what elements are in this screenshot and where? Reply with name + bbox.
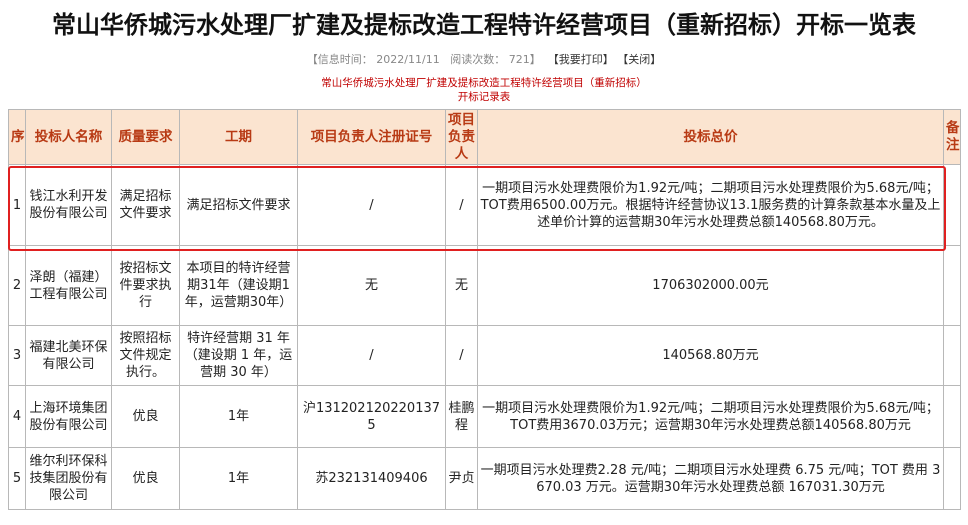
- cell-period: 本项目的特许经营期31年（建设期1年，运营期30年）: [179, 245, 298, 326]
- cell-price: 一期项目污水处理费限价为1.92元/吨；二期项目污水处理费限价为5.68元/吨；…: [477, 385, 944, 448]
- header-manager: 项目负责人: [445, 109, 478, 165]
- cell-cert: /: [297, 325, 446, 386]
- cell-note: [943, 164, 961, 246]
- header-bidder: 投标人名称: [25, 109, 112, 165]
- cell-manager: /: [445, 325, 478, 386]
- cell-price: 140568.80万元: [477, 325, 944, 386]
- cell-cert: /: [297, 164, 446, 246]
- info-time: 2022/11/11: [376, 53, 440, 66]
- cell-no: 3: [8, 325, 26, 386]
- cell-manager: 无: [445, 245, 478, 326]
- cell-period: 满足招标文件要求: [179, 164, 298, 246]
- cell-price: 一期项目污水处理费限价为1.92元/吨；二期项目污水处理费限价为5.68元/吨；…: [477, 164, 944, 246]
- table-row: 5 维尔利环保科技集团股份有限公司 优良 1年 苏232131409406 尹贞…: [8, 447, 961, 510]
- cell-cert: 沪1312021202201375: [297, 385, 446, 448]
- cell-manager: /: [445, 164, 478, 246]
- cell-quality: 优良: [111, 385, 180, 448]
- table-row: 1 钱江水利开发股份有限公司 满足招标文件要求 满足招标文件要求 / / 一期项…: [8, 164, 961, 246]
- cell-manager: 桂鹏程: [445, 385, 478, 448]
- cell-quality: 满足招标文件要求: [111, 164, 180, 246]
- header-cert: 项目负责人注册证号: [297, 109, 446, 165]
- table-subtitle: 常山华侨城污水处理厂扩建及提标改造工程特许经营项目（重新招标） 开标记录表: [0, 76, 968, 104]
- header-quality: 质量要求: [111, 109, 180, 165]
- cell-bidder: 维尔利环保科技集团股份有限公司: [25, 447, 112, 510]
- cell-note: [943, 385, 961, 448]
- cell-bidder: 福建北美环保有限公司: [25, 325, 112, 386]
- cell-quality: 按照招标文件规定执行。: [111, 325, 180, 386]
- bid-opening-table: 序 投标人名称 质量要求 工期 项目负责人注册证号 项目负责人 投标总价 备注 …: [8, 109, 961, 510]
- cell-quality: 按招标文件要求执行: [111, 245, 180, 326]
- header-period: 工期: [179, 109, 298, 165]
- cell-note: [943, 447, 961, 510]
- cell-price: 1706302000.00元: [477, 245, 944, 326]
- table-row: 3 福建北美环保有限公司 按照招标文件规定执行。 特许经营期 31 年（建设期 …: [8, 325, 961, 386]
- cell-cert: 苏232131409406: [297, 447, 446, 510]
- cell-bidder: 钱江水利开发股份有限公司: [25, 164, 112, 246]
- close-link[interactable]: 【关闭】: [617, 53, 661, 66]
- cell-no: 1: [8, 164, 26, 246]
- subtitle-line-2: 开标记录表: [457, 91, 511, 103]
- header-no: 序: [8, 109, 26, 165]
- table-row: 2 泽朗（福建）工程有限公司 按招标文件要求执行 本项目的特许经营期31年（建设…: [8, 245, 961, 326]
- cell-note: [943, 325, 961, 386]
- views-count: 721: [508, 53, 530, 66]
- cell-period: 特许经营期 31 年（建设期 1 年，运营期 30 年）: [179, 325, 298, 386]
- cell-quality: 优良: [111, 447, 180, 510]
- header-note: 备注: [943, 109, 961, 165]
- cell-cert: 无: [297, 245, 446, 326]
- table-row: 4 上海环境集团股份有限公司 优良 1年 沪1312021202201375 桂…: [8, 385, 961, 448]
- cell-note: [943, 245, 961, 326]
- info-bar: 【信息时间： 2022/11/11 阅读次数： 721】 【我要打印】 【关闭】: [0, 52, 968, 68]
- cell-bidder: 泽朗（福建）工程有限公司: [25, 245, 112, 326]
- table-container: 序 投标人名称 质量要求 工期 项目负责人注册证号 项目负责人 投标总价 备注 …: [8, 109, 961, 510]
- info-time-label: 【信息时间：: [306, 53, 373, 66]
- cell-no: 5: [8, 447, 26, 510]
- cell-no: 4: [8, 385, 26, 448]
- table-header-row: 序 投标人名称 质量要求 工期 项目负责人注册证号 项目负责人 投标总价 备注: [8, 109, 961, 165]
- subtitle-line-1: 常山华侨城污水处理厂扩建及提标改造工程特许经营项目（重新招标）: [321, 77, 647, 89]
- cell-period: 1年: [179, 447, 298, 510]
- print-link[interactable]: 【我要打印】: [548, 53, 614, 66]
- info-close-bracket: 】: [529, 53, 541, 66]
- views-label: 阅读次数：: [450, 53, 506, 66]
- cell-manager: 尹贞: [445, 447, 478, 510]
- cell-no: 2: [8, 245, 26, 326]
- cell-bidder: 上海环境集团股份有限公司: [25, 385, 112, 448]
- cell-price: 一期项目污水处理费2.28 元/吨；二期项目污水处理费 6.75 元/吨；TOT…: [477, 447, 944, 510]
- page-title: 常山华侨城污水处理厂扩建及提标改造工程特许经营项目（重新招标）开标一览表: [52, 11, 916, 39]
- cell-period: 1年: [179, 385, 298, 448]
- header-price: 投标总价: [477, 109, 944, 165]
